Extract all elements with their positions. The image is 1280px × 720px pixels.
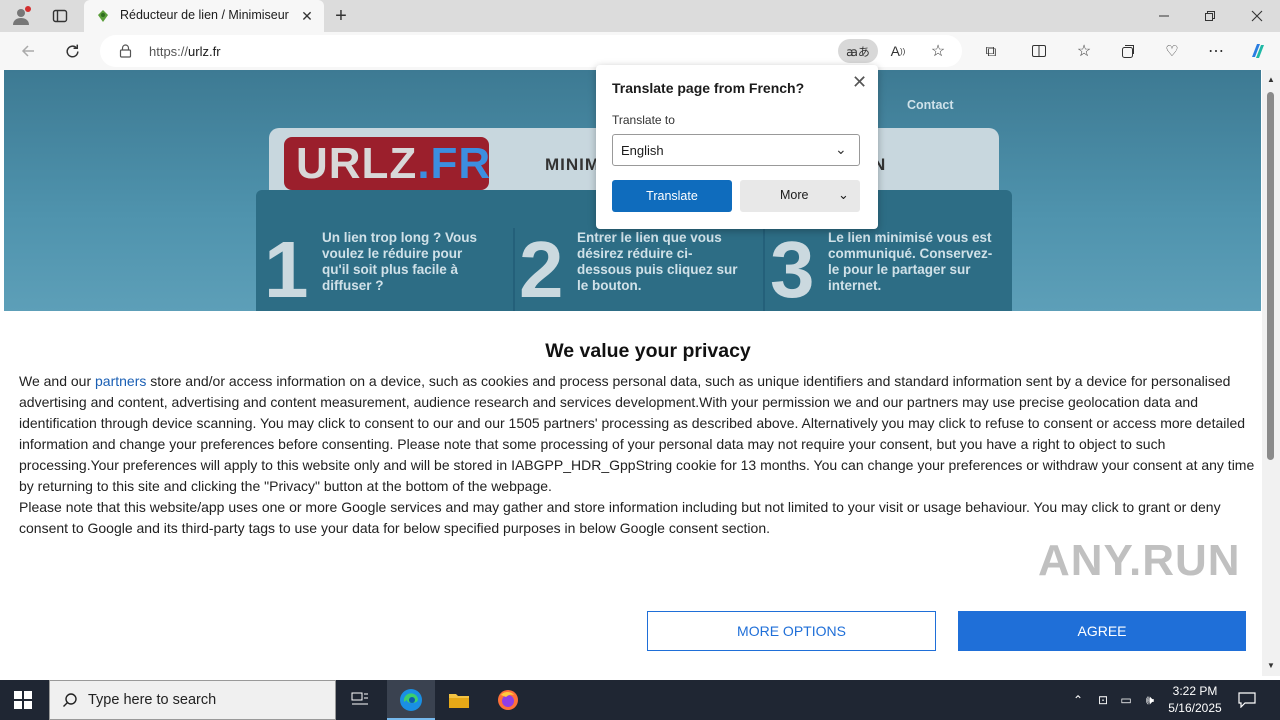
step-divider: [763, 228, 765, 311]
minimize-icon[interactable]: [1152, 6, 1176, 26]
screen: Réducteur de lien / Minimiseur d ✕ + htt…: [0, 0, 1280, 720]
window-close-icon[interactable]: [1245, 6, 1269, 26]
partners-link[interactable]: partners: [95, 373, 146, 389]
favorite-star-icon[interactable]: ☆: [928, 41, 948, 61]
read-aloud-icon[interactable]: A)): [888, 41, 908, 61]
scrollbar-thumb[interactable]: [1267, 92, 1274, 460]
selected-language: English: [621, 143, 664, 158]
favicon-icon: [96, 9, 110, 23]
file-explorer-icon[interactable]: [447, 689, 471, 711]
tab-strip: Réducteur de lien / Minimiseur d ✕ +: [0, 0, 1280, 32]
step-text: Le lien minimisé vous est communiqué. Co…: [828, 230, 993, 293]
show-hidden-icons-icon[interactable]: ⌃: [1070, 690, 1086, 710]
close-icon[interactable]: ✕: [299, 8, 315, 24]
split-screen-icon[interactable]: [1028, 40, 1050, 62]
address-bar[interactable]: https://urlz.fr ꜳあ A)) ☆: [100, 35, 962, 67]
url-text: https://urlz.fr: [149, 44, 221, 59]
task-view-icon[interactable]: [349, 689, 371, 711]
step-text: Entrer le lien que vous désirez réduire …: [577, 230, 738, 293]
consent-text: We and our: [19, 373, 96, 389]
favorites-icon[interactable]: ☆: [1073, 40, 1095, 62]
step-divider: [513, 228, 515, 311]
copilot-icon[interactable]: [1246, 40, 1270, 62]
translate-button[interactable]: Translate: [612, 180, 732, 212]
active-tab[interactable]: Réducteur de lien / Minimiseur d ✕: [84, 0, 324, 32]
step-number: 2: [519, 225, 564, 314]
tab-title: Réducteur de lien / Minimiseur d: [120, 8, 292, 22]
translate-chip[interactable]: ꜳあ: [838, 39, 878, 63]
maximize-icon[interactable]: [1198, 6, 1222, 26]
scrollbar[interactable]: ▲ ▼: [1262, 70, 1280, 676]
network-icon[interactable]: ▭: [1117, 690, 1135, 710]
nav-contact-link[interactable]: Contact: [907, 98, 954, 112]
collections-icon[interactable]: [1117, 40, 1139, 62]
popup-title: Translate page from French?: [612, 80, 805, 96]
new-tab-icon[interactable]: +: [330, 5, 352, 27]
more-icon[interactable]: ⋯: [1205, 40, 1227, 62]
more-options-button[interactable]: MORE OPTIONS: [647, 611, 936, 651]
chevron-down-icon: ⌄: [835, 141, 847, 157]
taskbar-search-box[interactable]: Type here to search: [49, 680, 336, 720]
watermark: ANY.RUN: [1038, 536, 1241, 585]
extensions-icon[interactable]: ⧉: [980, 40, 1002, 62]
search-icon: [61, 691, 79, 709]
logo-ext: .FR: [417, 138, 492, 188]
translate-to-label: Translate to: [612, 113, 675, 127]
profile-icon[interactable]: [10, 6, 32, 26]
tab-actions-icon[interactable]: [50, 6, 70, 26]
consent-title: We value your privacy: [545, 340, 751, 362]
step-text: Un lien trop long ? Vous voulez le rédui…: [322, 230, 477, 293]
taskbar-clock[interactable]: 3:22 PM 5/16/2025: [1160, 683, 1230, 717]
translate-popup: Translate page from French? ✕ Translate …: [596, 65, 878, 229]
taskbar-edge-button[interactable]: [387, 680, 435, 720]
consent-dialog: We value your privacy We and our partner…: [4, 311, 1261, 676]
performance-icon[interactable]: ♡: [1161, 40, 1183, 62]
taskbar: Type here to search ⌃ ⊡ ▭ 🕪 3:22 PM 5/16…: [0, 680, 1280, 720]
step-number: 3: [770, 225, 815, 314]
firefox-icon[interactable]: [496, 688, 520, 712]
chevron-down-icon: ⌄: [838, 187, 849, 202]
notification-icon[interactable]: [1236, 689, 1258, 711]
network-alert-icon[interactable]: ⊡: [1094, 690, 1112, 710]
language-select[interactable]: English ⌄: [612, 134, 860, 166]
volume-icon[interactable]: 🕪: [1141, 690, 1159, 710]
logo-main: URLZ: [296, 138, 418, 188]
scroll-up-icon[interactable]: ▲: [1266, 74, 1276, 84]
consent-body: We and our partners store and/or access …: [19, 371, 1261, 539]
more-label: More: [780, 188, 809, 202]
scroll-down-icon[interactable]: ▼: [1266, 660, 1276, 670]
back-icon[interactable]: [17, 40, 39, 62]
clock-date: 5/16/2025: [1168, 701, 1222, 715]
edge-icon: [399, 688, 423, 712]
more-button[interactable]: More ⌄: [740, 180, 860, 212]
consent-text: store and/or access information on a dev…: [19, 373, 1255, 494]
site-logo[interactable]: URLZ .FR: [284, 137, 492, 190]
windows-start-icon[interactable]: [12, 690, 34, 710]
close-icon[interactable]: ✕: [852, 72, 867, 93]
refresh-icon[interactable]: [61, 40, 83, 62]
clock-time: 3:22 PM: [1172, 684, 1218, 698]
step-number: 1: [264, 225, 309, 314]
consent-google-text: Please note that this website/app uses o…: [19, 499, 1221, 536]
agree-button[interactable]: AGREE: [958, 611, 1246, 651]
lock-icon[interactable]: [117, 43, 133, 59]
search-placeholder: Type here to search: [88, 692, 217, 708]
